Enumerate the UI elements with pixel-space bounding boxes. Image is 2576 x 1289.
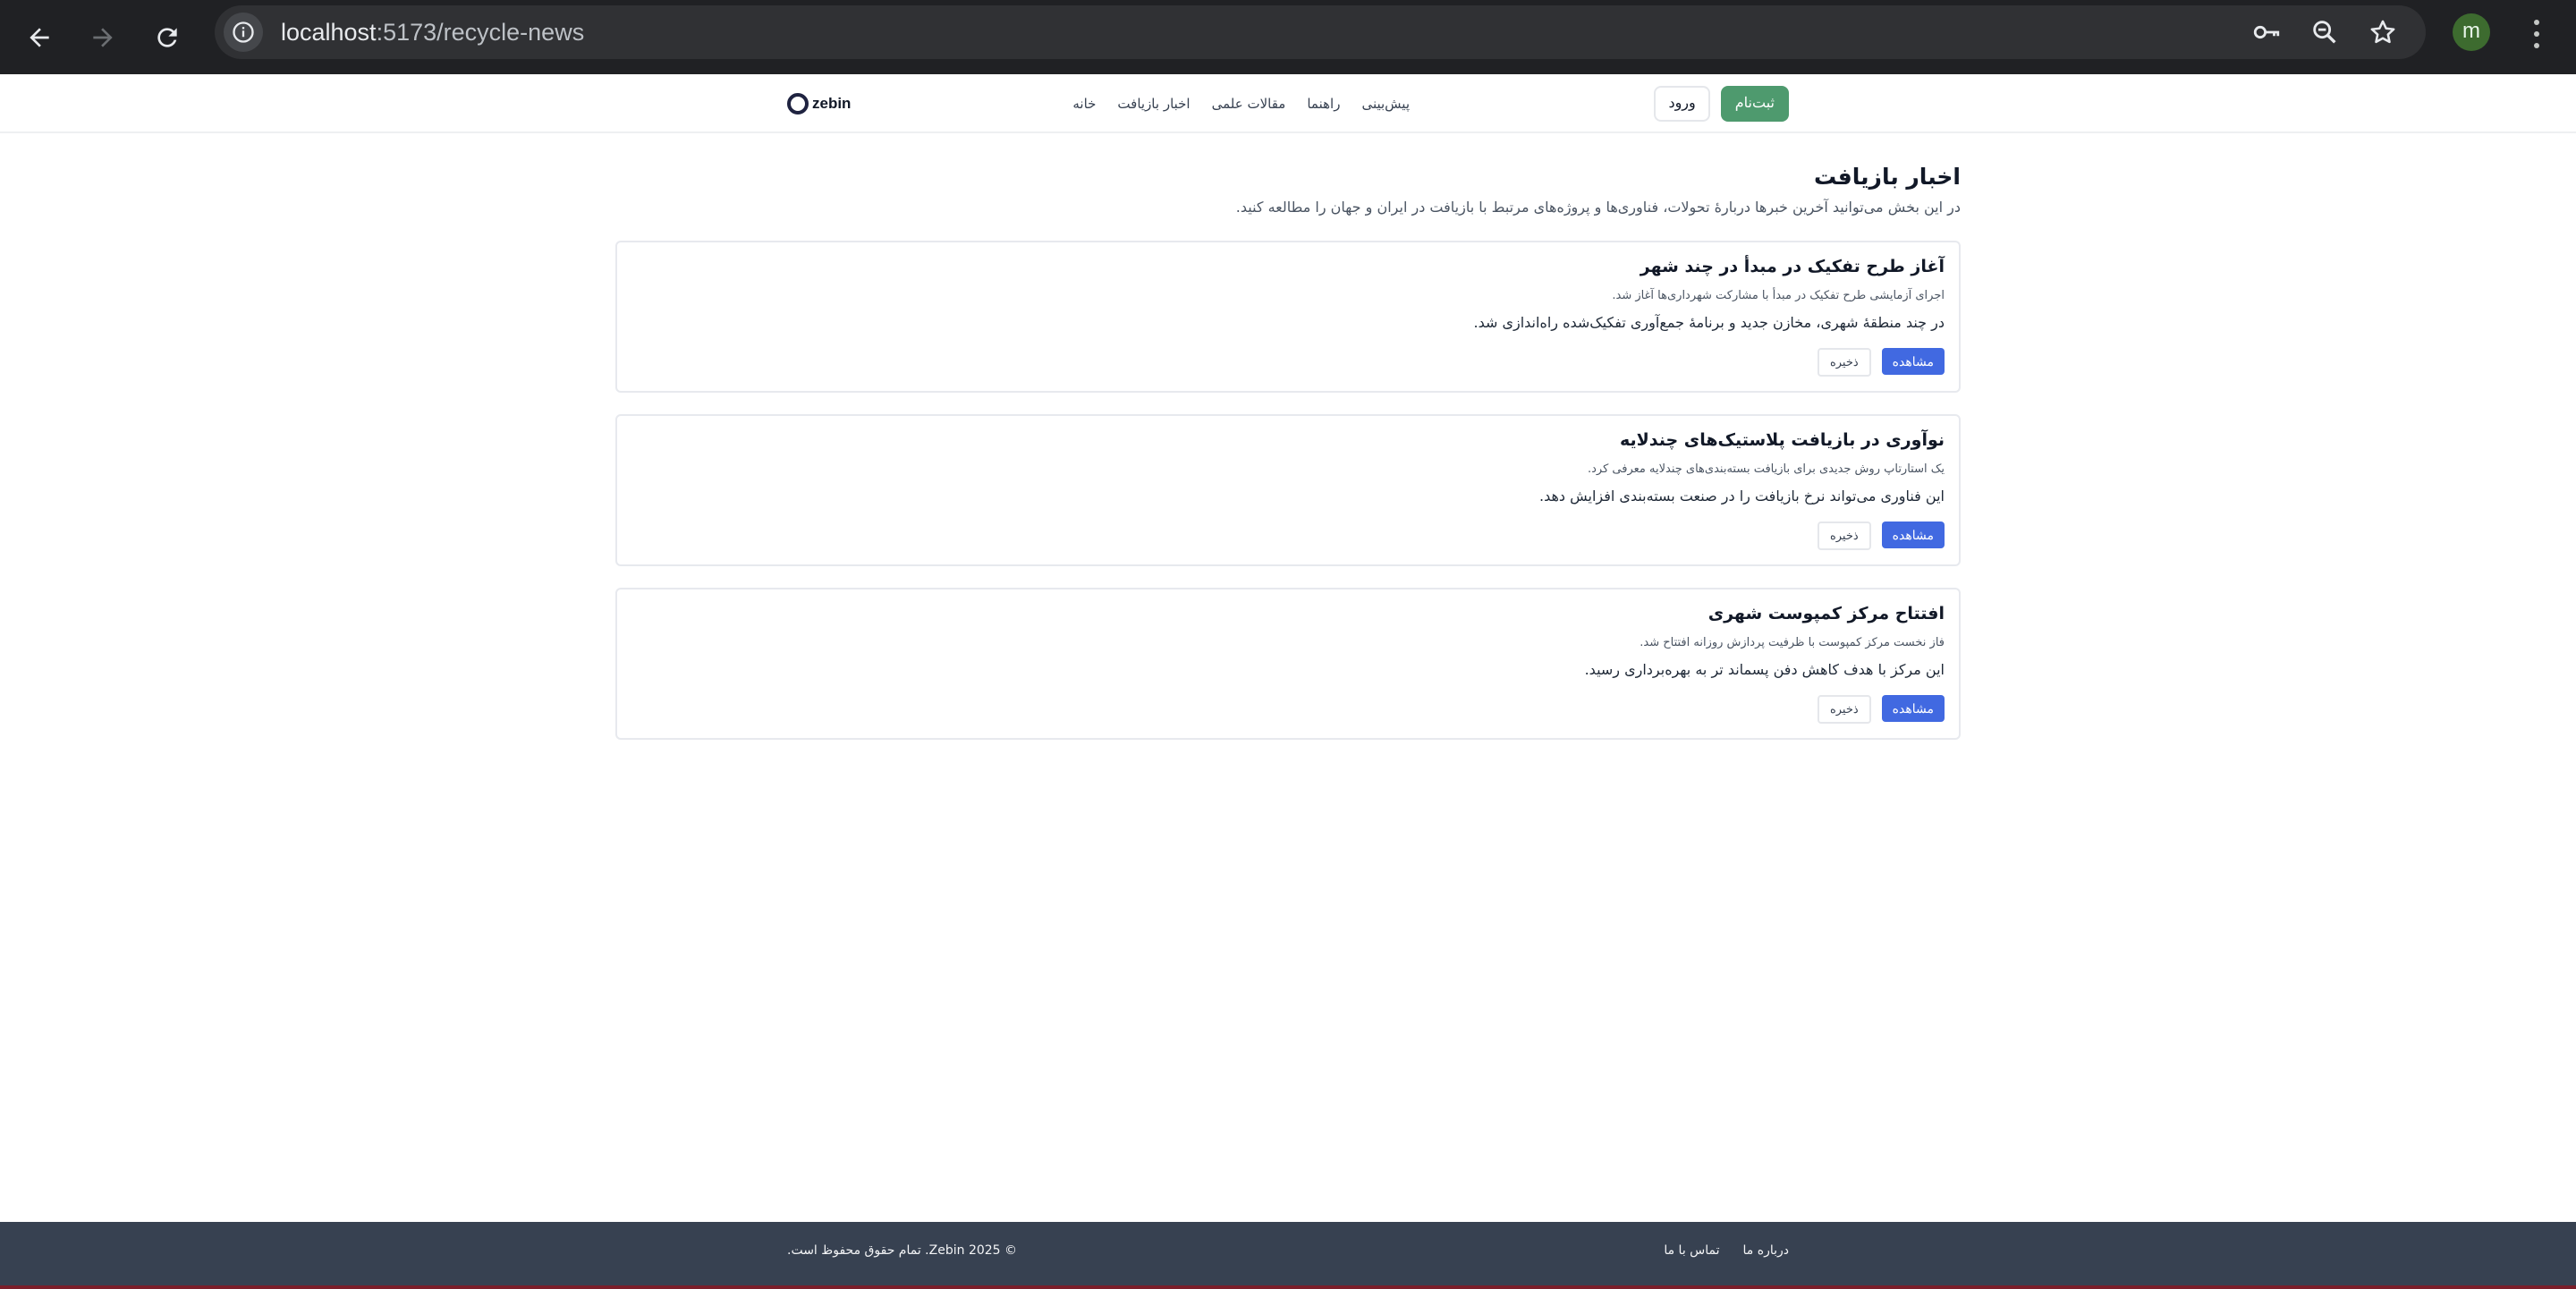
logo-text: zebin	[812, 95, 852, 112]
page-title: اخبار بازیافت	[1813, 164, 1961, 190]
news-card-body: این فناوری می‌تواند نرخ بازیافت را در صن…	[1538, 488, 1945, 505]
news-card-actions: مشاهده ذخیره	[1817, 348, 1945, 377]
save-button[interactable]: ذخیره	[1817, 522, 1871, 550]
forward-arrow-icon	[93, 28, 113, 47]
view-button[interactable]: مشاهده	[1881, 695, 1945, 722]
reload-icon	[157, 28, 177, 47]
site-footer: درباره ما تماس با ما © 2025 Zebin. تمام …	[0, 1222, 2576, 1285]
view-button[interactable]: مشاهده	[1881, 348, 1945, 375]
reload-button[interactable]	[142, 13, 192, 63]
nav-link-home[interactable]: خانه	[1072, 96, 1096, 112]
news-card-subtitle: یک استارتاپ روش جدیدی برای بازیافت بسته‌…	[1588, 462, 1945, 476]
auth-buttons: ثبت‌نام ورود	[1654, 86, 1789, 122]
back-arrow-icon	[30, 28, 49, 47]
url-text[interactable]: localhost:5173/recycle-news	[281, 5, 584, 59]
site-header: zebin خانه اخبار بازیافت مقالات علمی راه…	[0, 74, 2576, 133]
profile-avatar[interactable]: m	[2453, 13, 2490, 51]
news-card-title: نوآوری در بازیافت پلاستیک‌های چندلایه	[1619, 430, 1945, 450]
footer-links: درباره ما تماس با ما	[1664, 1243, 1789, 1258]
nav-link-prediction[interactable]: پیش‌بینی	[1361, 96, 1410, 112]
news-card-actions: مشاهده ذخیره	[1817, 695, 1945, 724]
signup-button[interactable]: ثبت‌نام	[1720, 86, 1789, 122]
save-button[interactable]: ذخیره	[1817, 695, 1871, 724]
url-path: :5173/recycle-news	[376, 19, 585, 46]
news-card-actions: مشاهده ذخیره	[1817, 522, 1945, 550]
news-card: آغاز طرح تفکیک در مبدأ در چند شهر اجرای …	[615, 241, 1961, 393]
site-logo[interactable]: zebin	[787, 92, 851, 115]
news-card-title: افتتاح مرکز کمپوست شهری	[1707, 604, 1945, 623]
forward-button[interactable]	[78, 13, 128, 63]
news-card-subtitle: فاز نخست مرکز کمپوست با ظرفیت پردازش روز…	[1640, 636, 1945, 649]
footer-link-contact[interactable]: تماس با ما	[1664, 1243, 1719, 1258]
news-card-subtitle: اجرای آزمایشی طرح تفکیک در مبدأ با مشارک…	[1612, 289, 1945, 302]
info-icon	[233, 21, 254, 43]
view-button[interactable]: مشاهده	[1881, 522, 1945, 548]
logo-ring-icon	[787, 93, 809, 114]
bookmark-star-icon[interactable]	[2365, 14, 2401, 50]
save-button[interactable]: ذخیره	[1817, 348, 1871, 377]
main-nav: خانه اخبار بازیافت مقالات علمی راهنما پی…	[1072, 92, 1410, 115]
password-key-icon[interactable]	[2249, 14, 2284, 50]
address-bar[interactable]: localhost:5173/recycle-news	[215, 5, 2426, 59]
browser-menu-icon[interactable]	[2521, 16, 2553, 52]
news-card-body: در چند منطقهٔ شهری، مخازن جدید و برنامهٔ…	[1473, 314, 1945, 331]
site-info-button[interactable]	[224, 13, 263, 52]
footer-copyright: © 2025 Zebin. تمام حقوق محفوظ است.	[787, 1243, 1018, 1258]
login-button[interactable]: ورود	[1654, 86, 1710, 122]
news-card: نوآوری در بازیافت پلاستیک‌های چندلایه یک…	[615, 414, 1961, 566]
back-button[interactable]	[14, 13, 64, 63]
nav-link-recycle-news[interactable]: اخبار بازیافت	[1117, 96, 1190, 112]
news-card-body: این مرکز با هدف کاهش دفن پسماند تر به به…	[1584, 661, 1945, 678]
page-description: در این بخش می‌توانید آخرین خبرها دربارهٔ…	[1235, 199, 1961, 216]
nav-link-guide[interactable]: راهنما	[1307, 96, 1340, 112]
nav-link-articles[interactable]: مقالات علمی	[1212, 96, 1286, 112]
footer-link-about[interactable]: درباره ما	[1743, 1243, 1789, 1258]
zoom-icon[interactable]	[2307, 14, 2343, 50]
url-host: localhost	[281, 19, 377, 46]
footer-accent-bar	[0, 1285, 2576, 1289]
news-card-title: آغاز طرح تفکیک در مبدأ در چند شهر	[1640, 257, 1945, 276]
browser-toolbar: localhost:5173/recycle-news m	[0, 0, 2576, 74]
news-card: افتتاح مرکز کمپوست شهری فاز نخست مرکز کم…	[615, 588, 1961, 740]
